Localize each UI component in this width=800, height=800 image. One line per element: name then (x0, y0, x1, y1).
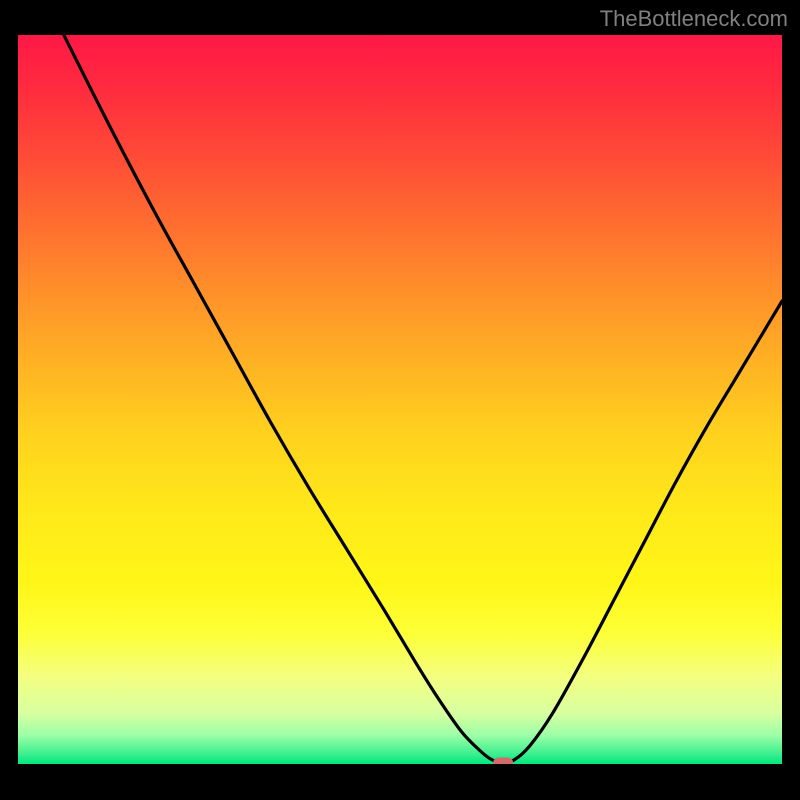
chart-svg (18, 35, 782, 764)
watermark-text: TheBottleneck.com (600, 6, 788, 32)
optimum-marker (493, 757, 513, 764)
plot-area (18, 35, 782, 764)
gradient-background (18, 35, 782, 764)
chart-container: TheBottleneck.com (0, 0, 800, 800)
